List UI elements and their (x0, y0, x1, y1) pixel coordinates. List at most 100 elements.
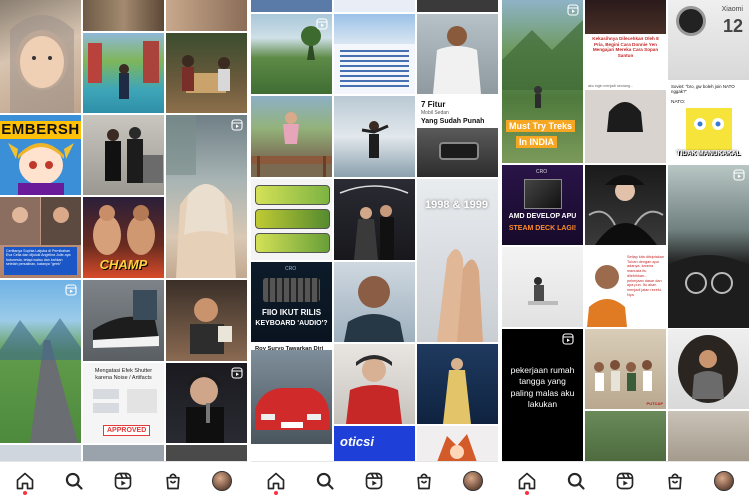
nav-reels-button[interactable] (359, 466, 389, 496)
vendor-photo (182, 55, 230, 93)
grid-tile-school-info[interactable] (334, 14, 415, 94)
shop-icon (668, 473, 682, 490)
grid-tile-pool[interactable] (83, 33, 164, 113)
grid-tile-spongebob[interactable]: Soviet: "bro, gw boleh join NATO nggak?"… (668, 82, 749, 163)
nav-home-button[interactable] (512, 466, 542, 496)
grid-tile-sneakers[interactable] (83, 280, 164, 361)
grid-tile-anime[interactable] (417, 426, 498, 462)
nav-reels-button[interactable] (610, 466, 640, 496)
grid-tile-man-white[interactable] (417, 14, 498, 94)
treks-line1: Must Try Treks (506, 120, 576, 132)
grid-tile-baby[interactable] (0, 0, 81, 113)
nav-profile-button[interactable] (458, 466, 488, 496)
notification-dot (22, 491, 27, 495)
keyboard-image (263, 278, 320, 302)
grid-tile-bottom-room[interactable] (585, 411, 666, 462)
grid-tile-tea-hills[interactable] (251, 14, 332, 94)
grid-tile-feathers[interactable] (585, 165, 666, 245)
bottom-nav (0, 461, 247, 500)
grid-tile-news[interactable]: Cerlitanya Sophia Latjuba di Pernikahan … (0, 197, 81, 278)
grid-tile-bottom-mid[interactable] (83, 445, 164, 462)
grid-tile-window-woman[interactable] (166, 115, 247, 278)
grid-tile-couple[interactable] (83, 115, 164, 195)
grid-tile-champ[interactable]: CHAMP (83, 197, 164, 278)
grid-tile-bottom-right[interactable] (166, 445, 247, 462)
grid-tile-pottery[interactable] (166, 0, 247, 31)
grid-tile-bottom-left[interactable] (0, 445, 81, 462)
pool-photo (88, 41, 159, 99)
wedding-couple-photo (339, 185, 409, 260)
grid-tile-mug[interactable] (166, 280, 247, 361)
noise-sample-3 (127, 389, 157, 413)
meme-person-photo (585, 90, 666, 163)
grid-tile-top-3[interactable] (417, 0, 498, 12)
man-portrait-photo (344, 276, 404, 342)
grid-tile-noise[interactable]: Mengatasi Efek Shutter karena Noise / Ar… (83, 363, 164, 443)
nav-shop-button[interactable] (409, 466, 439, 496)
grid-tile-road[interactable] (0, 280, 81, 443)
nav-search-button[interactable] (561, 466, 591, 496)
grid-tile-man-tshirt[interactable] (334, 262, 415, 342)
grid-tile-fitur[interactable]: 7 Fitur Mobil Sedan Yang Sudah Punah (417, 96, 498, 177)
nav-search-button[interactable] (59, 466, 89, 496)
grid-tile-cloud-woman[interactable] (334, 96, 415, 177)
grid-tile-fiio[interactable]: CRO FIIO IKUT RILIS KEYBOARD 'AUDIO'? (251, 262, 332, 342)
profile-avatar (714, 471, 735, 491)
grid-tile-vendor[interactable] (166, 33, 247, 113)
grid-tile-couple-wedding[interactable] (334, 179, 415, 260)
grid-tile-xiaomi[interactable]: Xiaomi 12 (668, 0, 749, 80)
grid-tile-amd[interactable]: CRO AMD DEVELOP APU STEAM DECK LAGI! (502, 165, 583, 245)
grid-tile-white-room[interactable] (502, 247, 583, 327)
grid-tile-embership[interactable]: EMBERSH (0, 115, 81, 195)
grid-tile-singer[interactable] (166, 363, 247, 443)
grid-tile-detik[interactable]: oticsi (334, 426, 415, 462)
reel-indicator-icon (562, 333, 574, 345)
nav-reels-button[interactable] (108, 466, 138, 496)
baby-photo (10, 15, 74, 113)
nav-home-button[interactable] (261, 466, 291, 496)
nav-shop-button[interactable] (660, 466, 690, 496)
noise-sample-1 (93, 389, 119, 399)
grid-tile-group[interactable]: PUTCAP (585, 329, 666, 409)
noise-sample-2 (93, 403, 119, 413)
grid-tile-red-car[interactable] (251, 350, 332, 444)
grid-tile-buses[interactable] (251, 179, 332, 260)
reel-indicator-icon (231, 119, 243, 131)
anime-avatar (437, 434, 477, 462)
grid-tile-craft[interactable] (83, 0, 164, 31)
grid-tile-hands-year[interactable]: 1998 & 1999 (417, 179, 498, 342)
nato-text: NATO: (671, 100, 686, 105)
reels-icon (617, 472, 634, 490)
grid-tile-child-bridge[interactable] (251, 96, 332, 177)
explore-grid: EMBERSH Cerlitanya Sophia Latjuba di Per… (0, 0, 247, 462)
grid-tile-setiap[interactable]: Setiap kita ditciptakan Tuhan dengan apa… (585, 247, 666, 327)
grid-tile-soviet-meme[interactable]: aku ingin menjadi seorang... (585, 82, 666, 163)
grid-tile-man-red[interactable] (334, 344, 415, 424)
hijab-woman-photo (166, 115, 236, 278)
grid-tile-man-round[interactable] (668, 329, 749, 409)
grid-tile-pekerjaan[interactable]: pekerjaan rumah tangga yang paling malas… (502, 329, 583, 462)
grid-tile-top-2[interactable] (334, 0, 415, 12)
grid-tile-bottom-people[interactable] (668, 411, 749, 462)
fiio-line2: KEYBOARD 'AUDIO'? (255, 320, 328, 327)
grid-tile-car-rain[interactable] (668, 165, 749, 328)
grid-tile-award[interactable] (417, 344, 498, 424)
nav-profile-button[interactable] (207, 466, 237, 496)
bottom-nav (502, 461, 749, 500)
nav-shop-button[interactable] (158, 466, 188, 496)
year-text: 1998 & 1999 (425, 199, 488, 211)
nav-home-button[interactable] (10, 466, 40, 496)
cro-label: CRO (285, 266, 297, 272)
grid-tile-top-1[interactable] (251, 0, 332, 12)
screenshot-collage: EMBERSH Cerlitanya Sophia Latjuba di Per… (0, 0, 750, 500)
reel-indicator-icon (316, 18, 328, 30)
grid-tile-treks[interactable]: Must Try Treks In INDIA (502, 0, 583, 163)
explore-screen-right: Must Try Treks In INDIA Kekasihnya Dilec… (502, 0, 749, 500)
approved-stamp: APPROVED (103, 425, 151, 436)
explore-grid: 7 Fitur Mobil Sedan Yang Sudah Punah 199… (251, 0, 498, 462)
couple-photo (105, 127, 163, 183)
nav-profile-button[interactable] (709, 466, 739, 496)
nav-search-button[interactable] (310, 466, 340, 496)
grid-tile-donnie[interactable]: Kekasihnya Dilecehkan Oleh 8 Pria, Begin… (585, 0, 666, 80)
search-icon (567, 472, 585, 490)
